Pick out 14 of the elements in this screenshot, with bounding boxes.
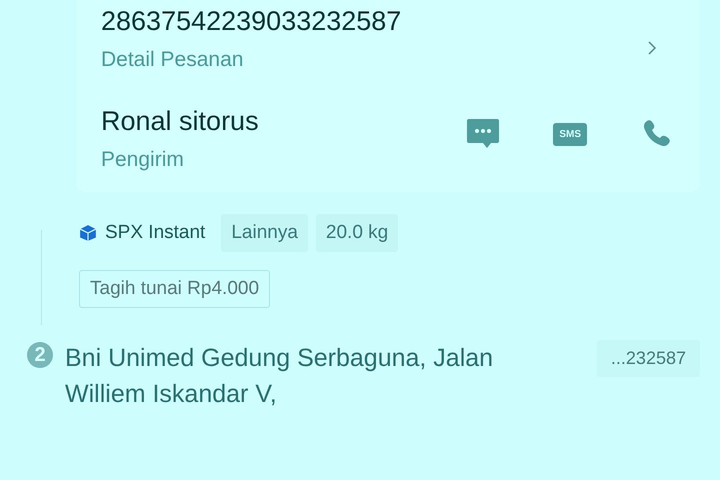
order-number: 28637542239033232587 (101, 6, 402, 36)
order-detail-label: Detail Pesanan (101, 48, 244, 72)
sender-role: Pengirim (101, 148, 185, 172)
step-number: 2 (27, 342, 53, 368)
address-text: Bni Unimed Gedung Serbaguna, Jalan Williem Iskandar V, (65, 343, 494, 410)
sms-button[interactable]: SMS (553, 122, 587, 146)
service-name: SPX Instant (105, 222, 206, 244)
shipment-tag: Lainnya (221, 214, 308, 252)
cash-on-delivery-tag: Tagih tunai Rp4.000 (79, 270, 270, 308)
chevron-right-icon[interactable] (647, 40, 657, 56)
sender-name: Ronal sitorus (101, 106, 259, 136)
reference-tag: ...232587 (596, 340, 700, 377)
shipment-tag: 20.0 kg (316, 214, 398, 252)
cube-icon (79, 224, 97, 242)
